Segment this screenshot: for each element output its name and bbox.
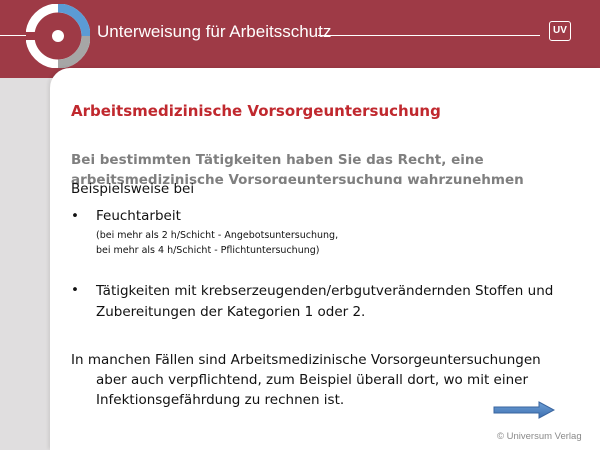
bullet-feuchtarbeit-note: (bei mehr als 2 h/Schicht - Angebotsunte… — [96, 228, 338, 258]
copyright-text: © Universum Verlag — [497, 431, 582, 442]
header-bar: Unterweisung für Arbeitsschutz UV — [0, 0, 600, 78]
logo-icon — [26, 4, 90, 68]
header-divider-right — [318, 35, 540, 36]
arrow-right-icon[interactable] — [493, 401, 555, 419]
bullet-krebserzeugende-stoffe: Tätigkeiten mit krebserzeugenden/erbgutv… — [96, 283, 554, 320]
slide-subtitle-wrapper: Bei bestimmten Tätigkeiten haben Sie das… — [71, 150, 541, 184]
paragraph-line: aber auch verpflichtend, zum Beispiel üb… — [96, 372, 528, 388]
bullet-feuchtarbeit: Feuchtarbeit — [96, 208, 181, 224]
bullet-marker: • — [71, 282, 79, 298]
left-margin-strip — [0, 78, 50, 450]
note-line: bei mehr als 4 h/Schicht - Pflichtunters… — [96, 245, 320, 256]
note-line: (bei mehr als 2 h/Schicht - Angebotsunte… — [96, 230, 339, 241]
slide-title: Arbeitsmedizinische Vorsorgeuntersuchung — [71, 102, 441, 120]
slide-subtitle: Bei bestimmten Tätigkeiten haben Sie das… — [71, 152, 524, 184]
header-divider-left — [0, 35, 28, 36]
intro-text: Beispielsweise bei — [71, 181, 195, 197]
uv-logo-badge: UV — [549, 21, 571, 41]
bullet-marker: • — [71, 208, 79, 224]
paragraph-line: In manchen Fällen sind Arbeitsmedizinisc… — [71, 352, 541, 368]
app-title: Unterweisung für Arbeitsschutz — [97, 22, 332, 41]
